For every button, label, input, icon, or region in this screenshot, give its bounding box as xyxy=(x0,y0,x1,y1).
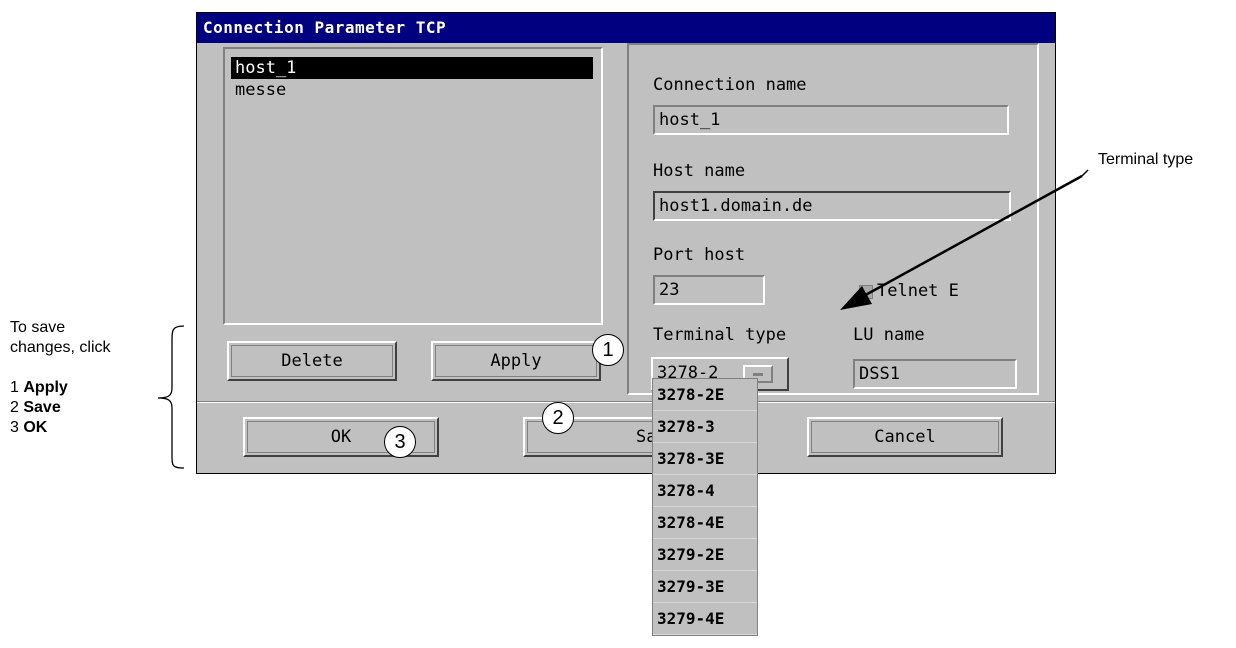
step-3: 3 OK xyxy=(10,419,48,436)
brace-icon xyxy=(157,325,185,469)
instructions-line2: changes, click xyxy=(10,339,111,356)
instructions-note: To save changes, click 1 Apply 2 Save 3 … xyxy=(10,318,111,438)
step-marker-3: 3 xyxy=(384,426,416,458)
dropdown-option[interactable]: 3278-2E xyxy=(653,379,757,411)
step-1: 1 Apply xyxy=(10,379,68,396)
dropdown-option[interactable]: 3279-4E xyxy=(653,603,757,635)
apply-button[interactable]: Apply xyxy=(431,341,601,381)
dropdown-option[interactable]: 3278-4E xyxy=(653,507,757,539)
port-host-field[interactable]: 23 xyxy=(653,275,765,305)
terminal-type-callout: Terminal type xyxy=(1098,151,1194,168)
instructions-line1: To save xyxy=(10,319,66,336)
callout-arrow-icon xyxy=(840,169,1089,310)
dropdown-option[interactable]: 3279-3E xyxy=(653,571,757,603)
host-name-label: Host name xyxy=(653,161,746,181)
connection-list-frame: host_1 messe xyxy=(223,47,603,325)
connection-name-label: Connection name xyxy=(653,75,807,95)
port-host-label: Port host xyxy=(653,245,746,265)
cancel-button[interactable]: Cancel xyxy=(807,417,1003,457)
terminal-type-label: Terminal type xyxy=(653,325,787,345)
step-2: 2 Save xyxy=(10,399,61,416)
dropdown-option[interactable]: 3278-3E xyxy=(653,443,757,475)
lu-name-field[interactable]: DSS1 xyxy=(853,359,1017,389)
step-marker-2: 2 xyxy=(542,402,574,434)
terminal-type-dropdown[interactable]: 3278-2E 3278-3 3278-3E 3278-4 3278-4E 32… xyxy=(652,378,758,636)
connection-name-field[interactable]: host_1 xyxy=(653,105,1009,135)
delete-button[interactable]: Delete xyxy=(227,341,397,381)
dropdown-option[interactable]: 3279-2E xyxy=(653,539,757,571)
list-item[interactable]: messe xyxy=(231,79,593,101)
dropdown-option[interactable]: 3278-4 xyxy=(653,475,757,507)
separator xyxy=(197,401,1055,403)
dropdown-option[interactable]: 3278-3 xyxy=(653,411,757,443)
step-marker-1: 1 xyxy=(592,334,624,366)
list-item[interactable]: host_1 xyxy=(231,57,593,79)
dialog-title: Connection Parameter TCP xyxy=(197,13,1055,43)
lu-name-label: LU name xyxy=(853,325,925,345)
connection-list[interactable]: host_1 messe xyxy=(231,57,593,101)
